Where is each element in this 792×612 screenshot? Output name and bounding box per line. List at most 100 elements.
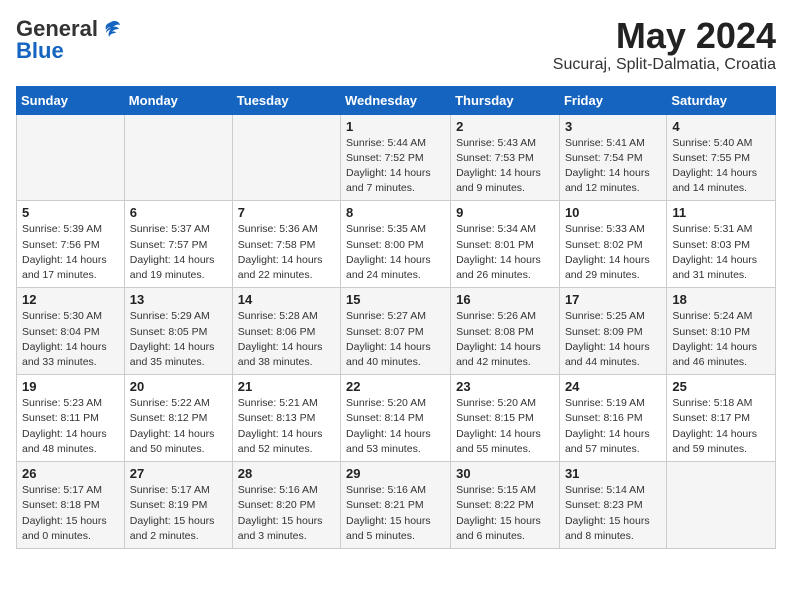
day-info: Sunrise: 5:24 AMSunset: 8:10 PMDaylight:… bbox=[672, 309, 770, 370]
calendar-cell: 7 Sunrise: 5:36 AMSunset: 7:58 PMDaylight… bbox=[232, 201, 340, 288]
day-number: 20 bbox=[130, 379, 227, 394]
calendar-cell: 21 Sunrise: 5:21 AMSunset: 8:13 PMDayligh… bbox=[232, 375, 340, 462]
calendar-cell: 28 Sunrise: 5:16 AMSunset: 8:20 PMDayligh… bbox=[232, 462, 340, 549]
day-info: Sunrise: 5:18 AMSunset: 8:17 PMDaylight:… bbox=[672, 396, 770, 457]
calendar-cell bbox=[17, 114, 125, 201]
day-number: 14 bbox=[238, 292, 335, 307]
calendar-cell: 12 Sunrise: 5:30 AMSunset: 8:04 PMDayligh… bbox=[17, 288, 125, 375]
day-number: 5 bbox=[22, 205, 119, 220]
logo-blue-text: Blue bbox=[16, 38, 64, 64]
calendar-cell bbox=[232, 114, 340, 201]
day-number: 18 bbox=[672, 292, 770, 307]
day-info: Sunrise: 5:23 AMSunset: 8:11 PMDaylight:… bbox=[22, 396, 119, 457]
day-number: 26 bbox=[22, 466, 119, 481]
calendar-cell: 2Sunrise: 5:43 AMSunset: 7:53 PMDaylight… bbox=[451, 114, 560, 201]
day-number: 31 bbox=[565, 466, 661, 481]
day-number: 21 bbox=[238, 379, 335, 394]
calendar-cell bbox=[124, 114, 232, 201]
day-number: 25 bbox=[672, 379, 770, 394]
day-info: Sunrise: 5:20 AMSunset: 8:14 PMDaylight:… bbox=[346, 396, 445, 457]
day-info: Sunrise: 5:17 AMSunset: 8:19 PMDaylight:… bbox=[130, 483, 227, 544]
day-number: 16 bbox=[456, 292, 554, 307]
calendar-cell: 22 Sunrise: 5:20 AMSunset: 8:14 PMDayligh… bbox=[341, 375, 451, 462]
day-header-tuesday: Tuesday bbox=[232, 86, 340, 114]
day-info: Sunrise: 5:16 AMSunset: 8:21 PMDaylight:… bbox=[346, 483, 445, 544]
day-number: 11 bbox=[672, 205, 770, 220]
day-info: Sunrise: 5:37 AMSunset: 7:57 PMDaylight:… bbox=[130, 222, 227, 283]
day-info: Sunrise: 5:14 AMSunset: 8:23 PMDaylight:… bbox=[565, 483, 661, 544]
day-header-saturday: Saturday bbox=[667, 86, 776, 114]
day-number: 22 bbox=[346, 379, 445, 394]
calendar-cell: 11Sunrise: 5:31 AMSunset: 8:03 PMDayligh… bbox=[667, 201, 776, 288]
calendar-cell: 23 Sunrise: 5:20 AMSunset: 8:15 PMDayligh… bbox=[451, 375, 560, 462]
title-area: May 2024 Sucuraj, Split-Dalmatia, Croati… bbox=[553, 16, 776, 74]
calendar-cell: 25 Sunrise: 5:18 AMSunset: 8:17 PMDayligh… bbox=[667, 375, 776, 462]
calendar-cell bbox=[667, 462, 776, 549]
day-number: 29 bbox=[346, 466, 445, 481]
day-info: Sunrise: 5:44 AMSunset: 7:52 PMDaylight:… bbox=[346, 136, 445, 197]
calendar-cell: 1Sunrise: 5:44 AMSunset: 7:52 PMDaylight… bbox=[341, 114, 451, 201]
day-info: Sunrise: 5:15 AMSunset: 8:22 PMDaylight:… bbox=[456, 483, 554, 544]
calendar-cell: 3 Sunrise: 5:41 AMSunset: 7:54 PMDaylight… bbox=[559, 114, 666, 201]
day-number: 10 bbox=[565, 205, 661, 220]
day-info: Sunrise: 5:26 AMSunset: 8:08 PMDaylight:… bbox=[456, 309, 554, 370]
calendar-cell: 18 Sunrise: 5:24 AMSunset: 8:10 PMDayligh… bbox=[667, 288, 776, 375]
calendar-cell: 27 Sunrise: 5:17 AMSunset: 8:19 PMDayligh… bbox=[124, 462, 232, 549]
calendar-cell: 17Sunrise: 5:25 AMSunset: 8:09 PMDayligh… bbox=[559, 288, 666, 375]
location-subtitle: Sucuraj, Split-Dalmatia, Croatia bbox=[553, 56, 776, 74]
day-info: Sunrise: 5:29 AMSunset: 8:05 PMDaylight:… bbox=[130, 309, 227, 370]
day-number: 4 bbox=[672, 119, 770, 134]
day-info: Sunrise: 5:30 AMSunset: 8:04 PMDaylight:… bbox=[22, 309, 119, 370]
calendar-cell: 16 Sunrise: 5:26 AMSunset: 8:08 PMDayligh… bbox=[451, 288, 560, 375]
calendar-cell: 26 Sunrise: 5:17 AMSunset: 8:18 PMDayligh… bbox=[17, 462, 125, 549]
calendar-week-row: 5Sunrise: 5:39 AMSunset: 7:56 PMDaylight… bbox=[17, 201, 776, 288]
day-info: Sunrise: 5:40 AMSunset: 7:55 PMDaylight:… bbox=[672, 136, 770, 197]
calendar-week-row: 1Sunrise: 5:44 AMSunset: 7:52 PMDaylight… bbox=[17, 114, 776, 201]
calendar-header-row: SundayMondayTuesdayWednesdayThursdayFrid… bbox=[17, 86, 776, 114]
calendar-cell: 19Sunrise: 5:23 AMSunset: 8:11 PMDayligh… bbox=[17, 375, 125, 462]
calendar-cell: 8 Sunrise: 5:35 AMSunset: 8:00 PMDaylight… bbox=[341, 201, 451, 288]
day-header-wednesday: Wednesday bbox=[341, 86, 451, 114]
calendar-cell: 13 Sunrise: 5:29 AMSunset: 8:05 PMDayligh… bbox=[124, 288, 232, 375]
day-number: 13 bbox=[130, 292, 227, 307]
day-info: Sunrise: 5:17 AMSunset: 8:18 PMDaylight:… bbox=[22, 483, 119, 544]
day-number: 12 bbox=[22, 292, 119, 307]
calendar-cell: 29 Sunrise: 5:16 AMSunset: 8:21 PMDayligh… bbox=[341, 462, 451, 549]
day-info: Sunrise: 5:16 AMSunset: 8:20 PMDaylight:… bbox=[238, 483, 335, 544]
day-number: 27 bbox=[130, 466, 227, 481]
day-info: Sunrise: 5:34 AMSunset: 8:01 PMDaylight:… bbox=[456, 222, 554, 283]
day-header-sunday: Sunday bbox=[17, 86, 125, 114]
calendar-cell: 14 Sunrise: 5:28 AMSunset: 8:06 PMDayligh… bbox=[232, 288, 340, 375]
day-info: Sunrise: 5:36 AMSunset: 7:58 PMDaylight:… bbox=[238, 222, 335, 283]
day-info: Sunrise: 5:21 AMSunset: 8:13 PMDaylight:… bbox=[238, 396, 335, 457]
day-number: 6 bbox=[130, 205, 227, 220]
day-info: Sunrise: 5:35 AMSunset: 8:00 PMDaylight:… bbox=[346, 222, 445, 283]
day-number: 7 bbox=[238, 205, 335, 220]
calendar-cell: 24 Sunrise: 5:19 AMSunset: 8:16 PMDayligh… bbox=[559, 375, 666, 462]
day-number: 15 bbox=[346, 292, 445, 307]
day-info: Sunrise: 5:28 AMSunset: 8:06 PMDaylight:… bbox=[238, 309, 335, 370]
day-info: Sunrise: 5:22 AMSunset: 8:12 PMDaylight:… bbox=[130, 396, 227, 457]
day-number: 30 bbox=[456, 466, 554, 481]
day-info: Sunrise: 5:19 AMSunset: 8:16 PMDaylight:… bbox=[565, 396, 661, 457]
logo-bird-icon bbox=[100, 18, 122, 40]
calendar-week-row: 12 Sunrise: 5:30 AMSunset: 8:04 PMDayligh… bbox=[17, 288, 776, 375]
calendar-week-row: 19Sunrise: 5:23 AMSunset: 8:11 PMDayligh… bbox=[17, 375, 776, 462]
day-info: Sunrise: 5:41 AMSunset: 7:54 PMDaylight:… bbox=[565, 136, 661, 197]
day-number: 28 bbox=[238, 466, 335, 481]
calendar-cell: 20 Sunrise: 5:22 AMSunset: 8:12 PMDayligh… bbox=[124, 375, 232, 462]
day-info: Sunrise: 5:33 AMSunset: 8:02 PMDaylight:… bbox=[565, 222, 661, 283]
calendar-cell: 4 Sunrise: 5:40 AMSunset: 7:55 PMDaylight… bbox=[667, 114, 776, 201]
day-number: 3 bbox=[565, 119, 661, 134]
calendar-cell: 31 Sunrise: 5:14 AMSunset: 8:23 PMDayligh… bbox=[559, 462, 666, 549]
day-header-thursday: Thursday bbox=[451, 86, 560, 114]
day-number: 23 bbox=[456, 379, 554, 394]
calendar-cell: 15Sunrise: 5:27 AMSunset: 8:07 PMDayligh… bbox=[341, 288, 451, 375]
day-info: Sunrise: 5:43 AMSunset: 7:53 PMDaylight:… bbox=[456, 136, 554, 197]
day-number: 24 bbox=[565, 379, 661, 394]
day-header-friday: Friday bbox=[559, 86, 666, 114]
day-number: 8 bbox=[346, 205, 445, 220]
day-number: 17 bbox=[565, 292, 661, 307]
calendar-cell: 6 Sunrise: 5:37 AMSunset: 7:57 PMDaylight… bbox=[124, 201, 232, 288]
day-info: Sunrise: 5:20 AMSunset: 8:15 PMDaylight:… bbox=[456, 396, 554, 457]
